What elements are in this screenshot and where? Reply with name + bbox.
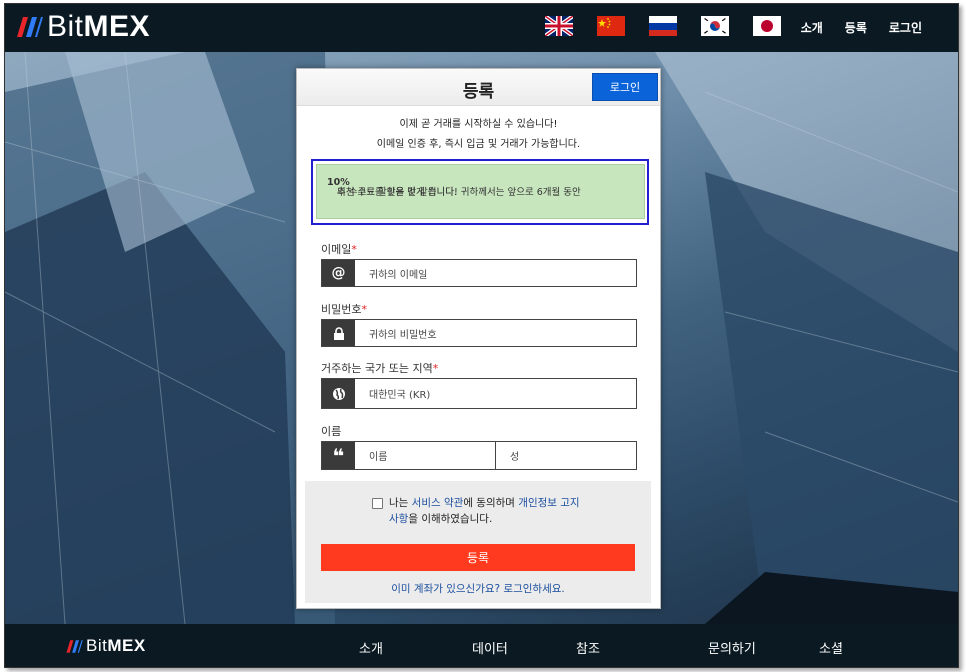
china-flag-icon[interactable] [597, 16, 625, 36]
footer-link-contact[interactable]: 문의하기 [708, 638, 756, 657]
password-input[interactable]: 귀하의 비밀번호 [355, 320, 636, 346]
top-bar: BitMEX 소개 등록 로그인 [5, 4, 958, 52]
footer-brand-name: BitMEX [86, 636, 146, 655]
quote-icon: ❝ [322, 442, 355, 469]
footer-link-reference[interactable]: 참조 [576, 638, 600, 657]
name-label: 이름 [321, 425, 342, 438]
referral-highlight: 추천 코드를 찾은 것 같습니다! 귀하께서는 앞으로 6개월 동안 10% 의 … [311, 159, 649, 225]
last-name-input[interactable]: 성 [495, 442, 636, 469]
footer-link-social[interactable]: 소셜 [819, 638, 843, 657]
language-flags [545, 16, 805, 36]
footer: BitMEX 소개 데이터 참조 문의하기 소셜 [5, 624, 958, 667]
at-icon: @ [322, 260, 355, 286]
first-name-input[interactable]: 이름 [355, 442, 495, 469]
terms-text: 나는 서비스 약관에 동의하며 개인정보 고지사항을 이해하였습니다. [389, 497, 580, 525]
intro-line-1: 이제 곧 거래를 시작하실 수 있습니다! [399, 119, 558, 130]
email-input[interactable]: 귀하의 이메일 [355, 260, 636, 286]
nav-register[interactable]: 등록 [845, 19, 867, 36]
email-field[interactable]: @ 귀하의 이메일 [321, 259, 637, 287]
japan-flag-icon[interactable] [753, 16, 781, 36]
footer-link-data[interactable]: 데이터 [472, 638, 508, 657]
globe-icon [322, 379, 355, 408]
country-label: 거주하는 국가 또는 지역* [321, 362, 439, 375]
brand-name: BitMEX [47, 10, 151, 43]
korea-flag-icon[interactable] [701, 16, 729, 36]
referral-text: 추천 코드를 찾은 것 같습니다! 귀하께서는 앞으로 6개월 동안 10% 의 … [327, 177, 581, 198]
terms-checkbox[interactable] [372, 498, 383, 509]
bitmex-logo[interactable]: BitMEX [15, 10, 150, 44]
intro-line-2: 이메일 인증 후, 즉시 입금 및 거래가 가능합니다. [376, 139, 581, 150]
country-select[interactable]: 대한민국 (KR) [321, 378, 637, 409]
name-field[interactable]: ❝ 이름 성 [321, 441, 637, 470]
top-nav: 소개 등록 로그인 [779, 19, 922, 36]
register-button[interactable]: 등록 [321, 544, 635, 571]
uk-flag-icon[interactable] [545, 16, 573, 36]
login-button[interactable]: 로그인 [592, 73, 658, 101]
nav-about[interactable]: 소개 [801, 19, 823, 36]
referral-notice: 추천 코드를 찾은 것 같습니다! 귀하께서는 앞으로 6개월 동안 10% 의 … [316, 164, 645, 219]
russia-flag-icon[interactable] [649, 16, 677, 36]
password-label: 비밀번호* [321, 303, 367, 316]
modal-header: 등록 로그인 [297, 69, 660, 106]
lock-icon [322, 320, 355, 346]
footer-link-about[interactable]: 소개 [359, 638, 383, 657]
email-label: 이메일* [321, 243, 357, 256]
footer-logo-icon [66, 639, 83, 653]
nav-login[interactable]: 로그인 [889, 19, 922, 36]
footer-logo[interactable]: BitMEX [65, 636, 146, 656]
password-field[interactable]: 귀하의 비밀번호 [321, 319, 637, 347]
browser-frame: BitMEX 소개 등록 로그인 등록 로그인 이제 곧 거래를 시작하실 수 … [4, 3, 959, 668]
terms-area: 나는 서비스 약관에 동의하며 개인정보 고지사항을 이해하였습니다. 등록 이… [305, 481, 651, 603]
bitmex-logo-icon [17, 17, 43, 37]
country-value[interactable]: 대한민국 (KR) [355, 379, 636, 408]
registration-modal: 등록 로그인 이제 곧 거래를 시작하실 수 있습니다! 이메일 인증 후, 즉… [296, 68, 661, 609]
already-have-account-link[interactable]: 이미 계좌가 있으신가요? 로그인하세요. [305, 581, 651, 596]
terms-of-service-link[interactable]: 서비스 약관 [412, 497, 464, 509]
